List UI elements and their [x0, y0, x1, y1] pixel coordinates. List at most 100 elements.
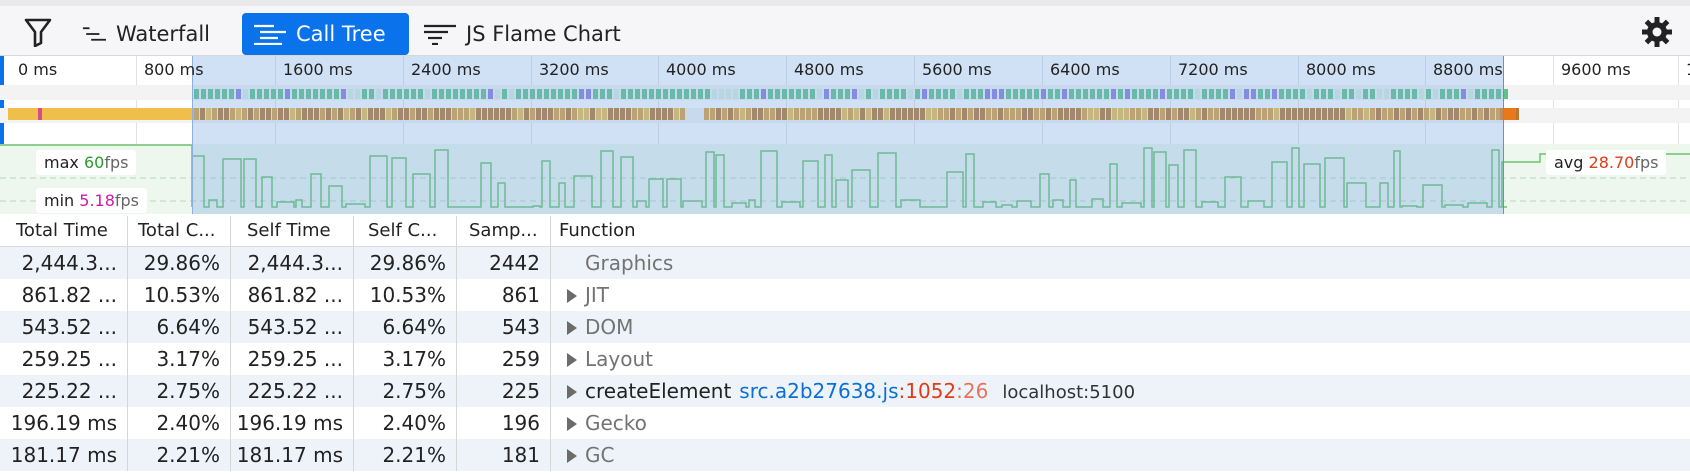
- waterfall-icon: [82, 27, 106, 41]
- source-column: 26: [962, 379, 989, 403]
- expand-twisty-icon[interactable]: [567, 353, 577, 367]
- cell-samples: 225: [457, 375, 551, 407]
- tab-call-tree[interactable]: Call Tree: [242, 13, 409, 55]
- expand-twisty-icon[interactable]: [567, 289, 577, 303]
- cell-total-time: 543.52 ...: [0, 311, 128, 343]
- column-total-time[interactable]: Total Time: [0, 216, 128, 246]
- expand-twisty-icon[interactable]: [567, 321, 577, 335]
- table-row[interactable]: 2,444.3... 29.86% 2,444.3... 29.86% 2442 Grap…: [0, 247, 1690, 279]
- tick-label: 8800 ms: [1433, 60, 1503, 79]
- cell-total-cost: 2.75%: [128, 375, 231, 407]
- cell-function: DOM: [551, 311, 1690, 343]
- cell-samples: 259: [457, 343, 551, 375]
- cell-self-time: 196.19 ms: [231, 407, 354, 439]
- cell-self-cost: 2.40%: [354, 407, 457, 439]
- column-self-cost[interactable]: Self C...: [354, 216, 457, 246]
- call-tree-icon: [254, 24, 286, 45]
- cell-self-cost: 2.75%: [354, 375, 457, 407]
- fps-min-label: min 5.18fps: [36, 188, 148, 213]
- cell-samples: 181: [457, 439, 551, 471]
- column-function[interactable]: Function: [551, 216, 1690, 246]
- tab-call-tree-label: Call Tree: [296, 22, 386, 46]
- table-row[interactable]: 225.22 ... 2.75% 225.22 ... 2.75% 225 createE…: [0, 375, 1690, 407]
- cell-samples: 196: [457, 407, 551, 439]
- function-name: createElement: [585, 379, 732, 403]
- fps-avg-label: avg 28.70fps: [1546, 150, 1667, 175]
- source-file-link[interactable]: src.a2b27638.js: [739, 379, 898, 403]
- tick-label: 4800 ms: [794, 60, 864, 79]
- cell-samples: 543: [457, 311, 551, 343]
- fps-max-label: max 60fps: [36, 150, 137, 175]
- cell-function: JIT: [551, 279, 1690, 311]
- source-host: localhost:5100: [1002, 382, 1136, 403]
- expand-twisty-icon[interactable]: [567, 385, 577, 399]
- table-row[interactable]: 181.17 ms 2.21% 181.17 ms 2.21% 181 GC: [0, 439, 1690, 471]
- cell-self-time: 259.25 ...: [231, 343, 354, 375]
- table-row[interactable]: 259.25 ... 3.17% 259.25 ... 3.17% 259 Layout: [0, 343, 1690, 375]
- function-name: GC: [585, 443, 615, 467]
- tick-label: 5600 ms: [922, 60, 992, 79]
- tick-label: 3200 ms: [539, 60, 609, 79]
- tick-label: 800 ms: [144, 60, 204, 79]
- expand-twisty-icon: [567, 257, 577, 271]
- cell-self-time: 2,444.3...: [231, 247, 354, 279]
- cell-total-time: 259.25 ...: [0, 343, 128, 375]
- cell-total-time: 225.22 ...: [0, 375, 128, 407]
- column-self-time[interactable]: Self Time: [231, 216, 354, 246]
- cell-self-time: 861.82 ...: [231, 279, 354, 311]
- tab-waterfall-label: Waterfall: [115, 22, 210, 46]
- function-name: DOM: [585, 315, 634, 339]
- tick-label: 7200 ms: [1178, 60, 1248, 79]
- tab-js-flame-chart[interactable]: JS Flame Chart: [412, 13, 642, 55]
- cell-function: Graphics: [551, 247, 1690, 279]
- tab-js-flame-chart-label: JS Flame Chart: [466, 22, 621, 46]
- call-tree-table: Total Time Total C... Self Time Self C..…: [0, 216, 1690, 474]
- cell-self-time: 181.17 ms: [231, 439, 354, 471]
- cell-self-time: 543.52 ...: [231, 311, 354, 343]
- function-name: Graphics: [585, 251, 674, 275]
- cell-function: createElement src.a2b27638.js:1052:26 loca…: [551, 375, 1690, 407]
- cell-self-cost: 6.64%: [354, 311, 457, 343]
- cell-samples: 2442: [457, 247, 551, 279]
- cell-self-cost: 3.17%: [354, 343, 457, 375]
- marker-segment: [8, 108, 194, 120]
- filter-icon[interactable]: [24, 12, 52, 52]
- flame-chart-icon: [424, 24, 456, 45]
- cell-samples: 861: [457, 279, 551, 311]
- separator: :: [956, 379, 963, 403]
- expand-twisty-icon[interactable]: [567, 449, 577, 463]
- cell-self-cost: 10.53%: [354, 279, 457, 311]
- cell-self-time: 225.22 ...: [231, 375, 354, 407]
- table-row[interactable]: 543.52 ... 6.64% 543.52 ... 6.64% 543 DOM: [0, 311, 1690, 343]
- function-name: JIT: [585, 283, 610, 307]
- column-samples[interactable]: Samp...: [457, 216, 551, 246]
- tick-label: 1600 ms: [283, 60, 353, 79]
- tick-label: 8000 ms: [1306, 60, 1376, 79]
- fps-max-value: 60: [83, 153, 105, 172]
- cell-self-cost: 29.86%: [354, 247, 457, 279]
- table-row[interactable]: 196.19 ms 2.40% 196.19 ms 2.40% 196 Gecko: [0, 407, 1690, 439]
- tick-label: 0 ms: [18, 60, 58, 79]
- cell-total-cost: 29.86%: [128, 247, 231, 279]
- cell-total-time: 181.17 ms: [0, 439, 128, 471]
- tab-waterfall[interactable]: Waterfall: [68, 13, 220, 55]
- cell-total-time: 196.19 ms: [0, 407, 128, 439]
- column-total-cost[interactable]: Total C...: [128, 216, 231, 246]
- expand-twisty-icon[interactable]: [567, 417, 577, 431]
- tick-label: 9600 ms: [1561, 60, 1631, 79]
- table-row[interactable]: 861.82 ... 10.53% 861.82 ... 10.53% 861 JIT: [0, 279, 1690, 311]
- marker-segment: [38, 108, 42, 120]
- cell-total-cost: 6.64%: [128, 311, 231, 343]
- time-ruler: 0 ms 800 ms 1600 ms 2400 ms 3200 ms 4000 ms 48…: [0, 56, 1690, 84]
- cell-total-time: 2,444.3...: [0, 247, 128, 279]
- cell-total-time: 861.82 ...: [0, 279, 128, 311]
- tick-label: 4000 ms: [666, 60, 736, 79]
- cell-function: GC: [551, 439, 1690, 471]
- timeline-overview[interactable]: 0 ms 800 ms 1600 ms 2400 ms 3200 ms 4000 ms 48…: [0, 56, 1690, 214]
- source-line: 1052: [905, 379, 957, 403]
- cell-total-cost: 2.40%: [128, 407, 231, 439]
- cell-total-cost: 3.17%: [128, 343, 231, 375]
- cell-function: Layout: [551, 343, 1690, 375]
- gear-icon[interactable]: [1640, 12, 1674, 52]
- fps-avg-value: 28.70: [1588, 153, 1635, 172]
